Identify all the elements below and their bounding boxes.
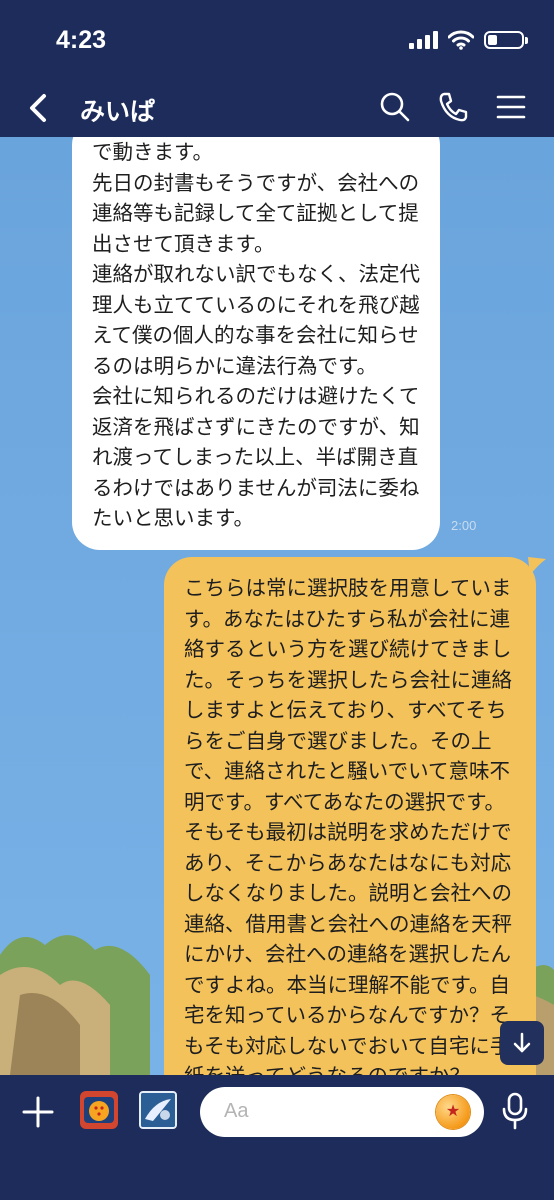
search-icon[interactable]	[378, 90, 412, 124]
incoming-message-bubble[interactable]: で動きます。 先日の封書もそうですが、会社への連絡等も記録して全て証拠として提出…	[72, 137, 440, 550]
emoji-sticker-button[interactable]: ★	[436, 1095, 470, 1129]
arrow-down-icon	[513, 1032, 531, 1053]
bubble-tail	[528, 557, 546, 575]
status-icons	[409, 30, 528, 50]
sticker-shortcut-icon[interactable]	[80, 1091, 118, 1129]
plus-icon[interactable]	[20, 1094, 56, 1130]
input-bar: ★	[0, 1075, 554, 1200]
chat-area[interactable]: で動きます。 先日の封書もそうですが、会社への連絡等も記録して全て証拠として提出…	[0, 137, 554, 1075]
back-icon[interactable]	[24, 90, 54, 126]
chat-title: みいぱ	[80, 97, 156, 126]
message-input-box[interactable]: ★	[200, 1087, 484, 1137]
message-input[interactable]	[222, 1099, 426, 1124]
top-bar: 4:23 みいぱ	[0, 0, 554, 137]
battery-icon	[484, 31, 528, 49]
wifi-icon	[448, 30, 474, 50]
status-time: 4:23	[56, 26, 107, 54]
image-shortcut-icon[interactable]	[139, 1091, 177, 1129]
menu-icon[interactable]	[494, 90, 528, 124]
mic-icon[interactable]	[500, 1091, 530, 1131]
outgoing-message-bubble[interactable]: こちらは常に選択肢を用意しています。あなたはひたすら私が会社に連絡するという方を…	[164, 557, 536, 1075]
phone-icon[interactable]	[436, 90, 470, 124]
scroll-down-button[interactable]	[500, 1021, 544, 1065]
signal-icon	[409, 31, 438, 49]
message-time: 2:00	[451, 518, 477, 533]
